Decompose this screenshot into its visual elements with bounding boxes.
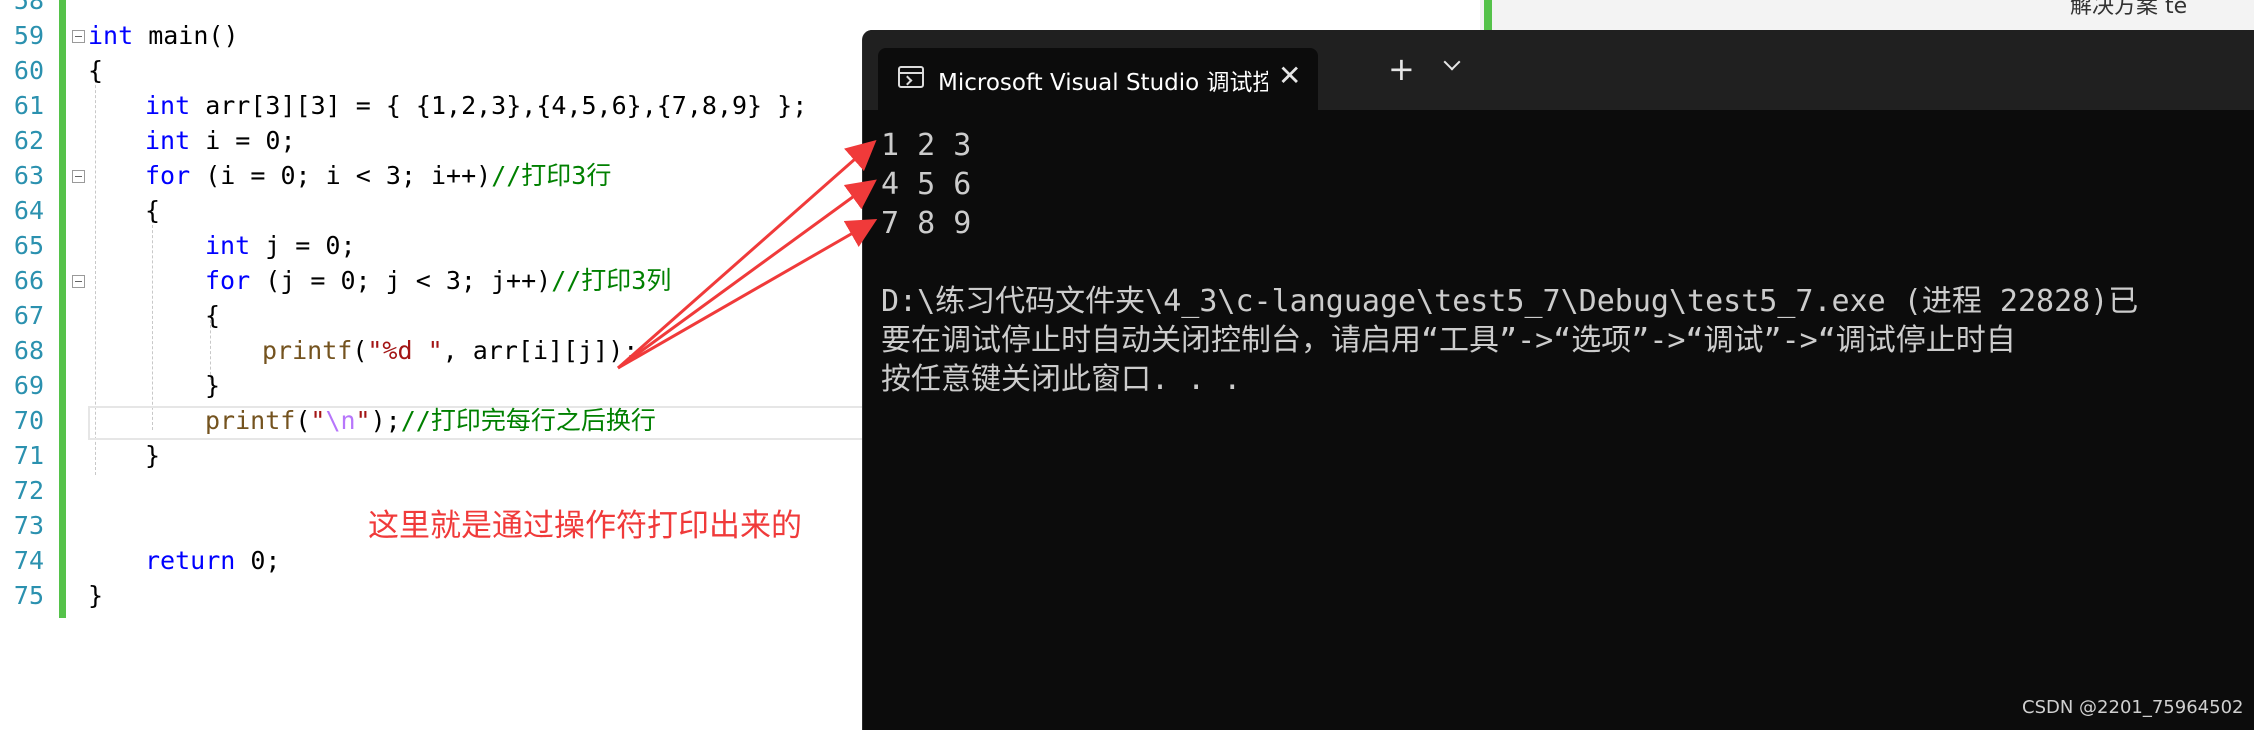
code-line-75[interactable]: }: [88, 578, 103, 613]
string-quote: ": [310, 406, 326, 435]
console-icon: [898, 66, 924, 88]
comment: //打印完每行之后换行: [400, 406, 656, 435]
code-line-63[interactable]: for (i = 0; i < 3; i++)//打印3行: [145, 158, 611, 193]
code-text: {: [88, 56, 104, 85]
line-number: 62: [13, 126, 44, 155]
code-line-68[interactable]: printf("%d ", arr[i][j]);: [262, 333, 638, 368]
output-line: 要在调试停止时自动关闭控制台，请启用“工具”->“选项”->“调试”->“调试停…: [881, 323, 2016, 358]
chevron-down-icon[interactable]: [1443, 56, 1461, 74]
keyword: return: [145, 546, 236, 575]
keyword: for: [145, 161, 191, 190]
code-text: i = 0;: [190, 126, 296, 155]
code-text: j = 0;: [250, 231, 356, 260]
code-line-61[interactable]: int arr[3][3] = { {1,2,3},{4,5,6},{7,8,9…: [145, 88, 807, 123]
keyword: int: [145, 91, 191, 120]
code-line-59[interactable]: int main(): [88, 18, 239, 53]
string-quote: ": [355, 406, 371, 435]
code-line-71[interactable]: }: [145, 438, 160, 473]
keyword: int: [205, 231, 251, 260]
debug-console-window[interactable]: Microsoft Visual Studio 调试控制台 ✕ + 1 2 3 4…: [862, 30, 2254, 730]
console-output: 1 2 3 4 5 6 7 8 9 D:\练习代码文件夹\4_3\c-language…: [881, 126, 2138, 399]
line-number: 60: [13, 56, 44, 85]
code-line-60[interactable]: {: [88, 53, 103, 88]
fold-toggle-icon[interactable]: [72, 30, 85, 43]
keyword: int: [145, 126, 191, 155]
line-number: 69: [13, 371, 44, 400]
code-text: (i = 0; i < 3; i++): [190, 161, 492, 190]
code-text: (: [295, 406, 311, 435]
code-text: }: [88, 581, 104, 610]
line-number: 63: [13, 161, 44, 190]
code-text: }: [145, 441, 161, 470]
line-number: 75: [13, 581, 44, 610]
line-number: 71: [13, 441, 44, 470]
code-text: , arr[i][j]);: [442, 336, 639, 365]
close-icon[interactable]: ✕: [1278, 59, 1301, 92]
code-text: }: [205, 371, 221, 400]
output-line: 7 8 9: [881, 206, 972, 241]
code-line-74[interactable]: return 0;: [145, 543, 280, 578]
line-number: 68: [13, 336, 44, 365]
change-indicator-bar: [1484, 0, 1492, 30]
keyword: int: [88, 21, 134, 50]
code-text: arr[3][3] = { {1,2,3},{4,5,6},{7,8,9} };: [190, 91, 808, 120]
output-line: 1 2 3: [881, 128, 972, 163]
red-annotation-text: 这里就是通过操作符打印出来的: [368, 508, 802, 544]
output-line: 4 5 6: [881, 167, 972, 202]
fold-toggle-icon[interactable]: [72, 170, 85, 183]
code-text: (j = 0; j < 3; j++): [250, 266, 552, 295]
line-number: 70: [13, 406, 44, 435]
code-text: (: [352, 336, 368, 365]
line-number: 59: [13, 21, 44, 50]
function-name: printf: [205, 406, 296, 435]
code-text: main(): [133, 21, 239, 50]
line-number: 73: [13, 511, 44, 540]
function-name: printf: [262, 336, 353, 365]
code-line-65[interactable]: int j = 0;: [205, 228, 356, 263]
code-line-64[interactable]: {: [145, 193, 160, 228]
code-line-69[interactable]: }: [205, 368, 220, 403]
terminal-tab[interactable]: Microsoft Visual Studio 调试控制台 ✕: [878, 48, 1318, 110]
keyword: for: [205, 266, 251, 295]
code-text: );: [370, 406, 401, 435]
line-number: 65: [13, 231, 44, 260]
code-text: {: [145, 196, 161, 225]
line-number-gutter: 58 59 60 61 62 63 64 65 66 67 68 69 70 7…: [0, 0, 60, 730]
line-number: 64: [13, 196, 44, 225]
output-line: D:\练习代码文件夹\4_3\c-language\test5_7\Debug\…: [881, 284, 2139, 319]
indent-guide: [152, 220, 153, 430]
output-line: 按任意键关闭此窗口. . .: [881, 362, 1242, 397]
code-line-62[interactable]: int i = 0;: [145, 123, 296, 158]
line-number: 58: [13, 0, 44, 15]
code-text: {: [205, 301, 221, 330]
tab-title: Microsoft Visual Studio 调试控制台: [938, 70, 1268, 96]
line-number: 74: [13, 546, 44, 575]
watermark: CSDN @2201_75964502: [2022, 697, 2244, 718]
line-number: 67: [13, 301, 44, 330]
code-line-66[interactable]: for (j = 0; j < 3; j++)//打印3列: [205, 263, 671, 298]
comment: //打印3列: [551, 266, 672, 295]
line-number: 61: [13, 91, 44, 120]
line-number: 72: [13, 476, 44, 505]
comment: //打印3行: [491, 161, 612, 190]
terminal-tab-bar: Microsoft Visual Studio 调试控制台 ✕ +: [863, 30, 2254, 110]
fold-toggle-icon[interactable]: [72, 275, 85, 288]
string-literal: "%d ": [367, 336, 443, 365]
change-indicator-bar: [59, 0, 66, 618]
code-line-67[interactable]: {: [205, 298, 220, 333]
code-line-70[interactable]: printf("\n");//打印完每行之后换行: [205, 403, 656, 438]
escape-sequence: \n: [325, 406, 356, 435]
solution-explorer-label[interactable]: 解决方案 te: [2070, 0, 2187, 20]
code-text: 0;: [235, 546, 281, 575]
new-tab-button[interactable]: +: [1388, 50, 1415, 88]
line-number: 66: [13, 266, 44, 295]
